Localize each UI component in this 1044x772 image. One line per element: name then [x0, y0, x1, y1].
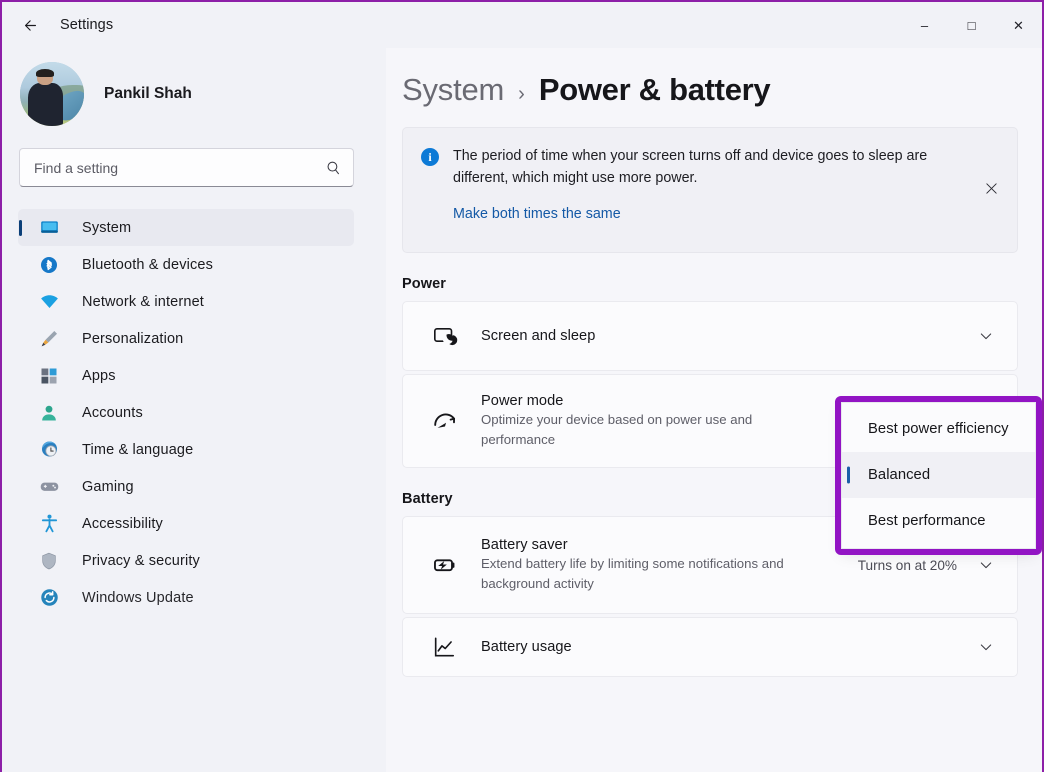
breadcrumb: System › Power & battery [386, 48, 1042, 108]
sidebar-item-accessibility[interactable]: Accessibility [18, 505, 354, 542]
breadcrumb-parent[interactable]: System [402, 72, 504, 108]
card-text: Battery usage [461, 639, 975, 655]
bluetooth-icon [38, 254, 60, 276]
page-title: Power & battery [538, 72, 771, 107]
sidebar-item-accounts[interactable]: Accounts [18, 394, 354, 431]
sidebar-item-privacy-security[interactable]: Privacy & security [18, 542, 354, 579]
profile-section[interactable]: Pankil Shah [2, 48, 386, 140]
sidebar-item-label: Network & internet [82, 293, 204, 310]
sidebar-item-windows-update[interactable]: Windows Update [18, 579, 354, 616]
card-title: Battery usage [481, 639, 572, 655]
maximize-button[interactable]: □ [948, 2, 995, 48]
card-subtitle: Extend battery life by limiting some not… [481, 556, 784, 591]
sidebar-item-label: Privacy & security [82, 552, 200, 569]
power-mode-dropdown[interactable]: Best power efficiency Balanced Best perf… [841, 402, 1036, 549]
wifi-icon [38, 291, 60, 313]
close-button[interactable]: ✕ [995, 2, 1042, 48]
card-subtitle: Optimize your device based on power use … [481, 412, 753, 447]
card-title: Screen and sleep [481, 328, 596, 344]
profile-name: Pankil Shah [104, 85, 192, 102]
clock-globe-icon [38, 439, 60, 461]
battery-saver-value: Turns on at 20% [857, 557, 957, 573]
close-icon: ✕ [1013, 17, 1024, 33]
sidebar: Pankil Shah System [2, 48, 386, 772]
selection-indicator [19, 219, 22, 236]
card-battery-usage[interactable]: Battery usage [402, 617, 1018, 677]
chevron-down-icon[interactable] [975, 325, 997, 347]
search-input[interactable] [19, 148, 354, 187]
sidebar-nav: System Bluetooth & devices Network & int… [2, 209, 386, 616]
sidebar-item-label: Personalization [82, 330, 184, 347]
title-bar: Settings – □ ✕ [2, 2, 1042, 48]
battery-usage-chart-icon [429, 634, 461, 660]
sidebar-item-gaming[interactable]: Gaming [18, 468, 354, 505]
app-title: Settings [60, 17, 114, 33]
window-controls: – □ ✕ [901, 2, 1042, 48]
dropdown-option-label: Best power efficiency [868, 421, 1009, 437]
sidebar-item-network-internet[interactable]: Network & internet [18, 283, 354, 320]
sidebar-item-time-language[interactable]: Time & language [18, 431, 354, 468]
chevron-down-icon[interactable] [975, 554, 997, 576]
info-icon: i [421, 148, 439, 166]
chevron-down-icon[interactable] [975, 636, 997, 658]
apps-grid-icon [38, 365, 60, 387]
sidebar-item-apps[interactable]: Apps [18, 357, 354, 394]
screen-sleep-icon [429, 323, 461, 349]
card-title: Battery saver [481, 537, 568, 554]
card-screen-and-sleep[interactable]: Screen and sleep [402, 301, 1018, 371]
gamepad-icon [38, 476, 60, 498]
sidebar-item-label: Apps [82, 367, 116, 384]
dropdown-option-label: Balanced [868, 467, 931, 483]
info-banner-body: The period of time when your screen turn… [453, 146, 953, 236]
back-button[interactable] [12, 9, 48, 41]
person-icon [38, 402, 60, 424]
card-text: Screen and sleep [461, 328, 975, 344]
minimize-icon: – [920, 17, 929, 33]
section-title-power: Power [402, 276, 447, 292]
dropdown-option-best-power-efficiency[interactable]: Best power efficiency [842, 406, 1035, 452]
card-right [975, 325, 997, 347]
banner-close-button[interactable] [975, 172, 1007, 204]
shield-icon [38, 550, 60, 572]
sidebar-item-label: Windows Update [82, 589, 194, 606]
sidebar-item-label: Accounts [82, 404, 143, 421]
dropdown-option-label: Best performance [868, 513, 986, 529]
back-arrow-icon [24, 19, 36, 31]
info-banner-text: The period of time when your screen turn… [453, 148, 928, 186]
avatar [20, 62, 84, 126]
search-container [19, 148, 354, 187]
dropdown-option-balanced[interactable]: Balanced [842, 452, 1035, 498]
sidebar-item-label: Accessibility [82, 515, 163, 532]
info-banner: i The period of time when your screen tu… [402, 127, 1018, 253]
make-both-times-the-same-link[interactable]: Make both times the same [453, 206, 621, 222]
card-right: Turns on at 20% [858, 554, 997, 576]
sidebar-item-bluetooth-devices[interactable]: Bluetooth & devices [18, 246, 354, 283]
speedometer-icon [429, 407, 461, 435]
sidebar-item-personalization[interactable]: Personalization [18, 320, 354, 357]
close-icon [985, 182, 997, 194]
maximize-icon: □ [967, 17, 976, 33]
sidebar-item-label: Time & language [82, 441, 194, 458]
sidebar-item-label: Bluetooth & devices [82, 256, 214, 273]
card-right [975, 636, 997, 658]
sidebar-item-label: Gaming [82, 478, 134, 495]
card-text: Battery saver Extend battery life by lim… [461, 537, 858, 593]
paintbrush-icon [38, 328, 60, 350]
accessibility-icon [38, 513, 60, 535]
dropdown-option-best-performance[interactable]: Best performance [842, 498, 1035, 544]
breadcrumb-separator: › [518, 83, 525, 105]
sidebar-item-system[interactable]: System [18, 209, 354, 246]
minimize-button[interactable]: – [901, 2, 948, 48]
battery-saver-icon [429, 551, 461, 579]
selection-indicator [847, 466, 850, 484]
windows-update-icon [38, 587, 60, 609]
sidebar-item-label: System [82, 219, 132, 236]
monitor-icon [38, 217, 60, 239]
